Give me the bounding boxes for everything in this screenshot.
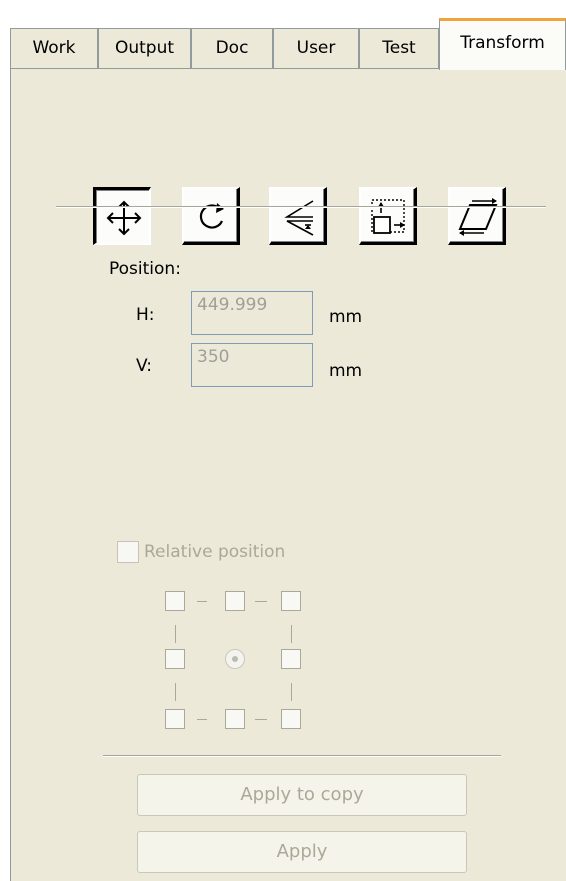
tab-doc[interactable]: Doc bbox=[191, 28, 273, 68]
grid-connector bbox=[291, 625, 292, 643]
transform-panel: Position: H: 449.999 mm V: 350 mm Relati… bbox=[10, 68, 566, 881]
rotate-icon bbox=[199, 203, 224, 229]
rotate-tool-button[interactable] bbox=[182, 187, 240, 245]
toolbar-divider bbox=[56, 206, 546, 208]
ref-point-top-left[interactable] bbox=[165, 591, 185, 611]
grid-connector bbox=[197, 719, 207, 720]
v-unit: mm bbox=[329, 361, 363, 381]
skew-tool-button[interactable] bbox=[448, 187, 506, 245]
position-heading: Position: bbox=[109, 259, 181, 279]
ref-point-top-right[interactable] bbox=[281, 591, 301, 611]
tab-test[interactable]: Test bbox=[359, 28, 439, 68]
h-position-field[interactable]: 449.999 bbox=[191, 291, 313, 335]
grid-connector bbox=[175, 683, 176, 701]
tab-user[interactable]: User bbox=[273, 28, 359, 68]
ref-point-top-center[interactable] bbox=[225, 591, 245, 611]
apply-to-copy-button[interactable]: Apply to copy bbox=[137, 774, 467, 816]
relative-position-label: Relative position bbox=[144, 542, 286, 562]
ref-point-bottom-right[interactable] bbox=[281, 709, 301, 729]
ref-point-center[interactable] bbox=[225, 649, 245, 669]
move-icon bbox=[106, 200, 142, 236]
grid-connector bbox=[291, 683, 292, 701]
v-position-field[interactable]: 350 bbox=[191, 343, 313, 387]
tab-strip: Work Output Doc User Test Transform bbox=[0, 0, 566, 70]
ref-point-middle-right[interactable] bbox=[281, 649, 301, 669]
tab-transform[interactable]: Transform bbox=[439, 18, 566, 70]
move-tool-button[interactable] bbox=[93, 187, 151, 245]
h-label: H: bbox=[136, 305, 155, 325]
h-unit: mm bbox=[329, 307, 363, 327]
ref-point-bottom-center[interactable] bbox=[225, 709, 245, 729]
ref-point-bottom-left[interactable] bbox=[165, 709, 185, 729]
grid-connector bbox=[255, 719, 267, 720]
bottom-divider bbox=[103, 755, 501, 757]
grid-connector bbox=[197, 601, 207, 602]
ref-point-middle-left[interactable] bbox=[165, 649, 185, 669]
grid-connector bbox=[255, 601, 267, 602]
scale-icon bbox=[371, 199, 405, 234]
relative-position-checkbox[interactable] bbox=[117, 541, 139, 563]
tab-output[interactable]: Output bbox=[98, 28, 191, 68]
apply-button[interactable]: Apply bbox=[137, 831, 467, 873]
mirror-icon bbox=[284, 200, 314, 236]
tab-work[interactable]: Work bbox=[10, 28, 98, 68]
v-label: V: bbox=[136, 356, 152, 376]
skew-icon bbox=[458, 198, 498, 236]
grid-connector bbox=[175, 625, 176, 643]
scale-tool-button[interactable] bbox=[359, 187, 417, 245]
mirror-tool-button[interactable] bbox=[269, 187, 327, 245]
